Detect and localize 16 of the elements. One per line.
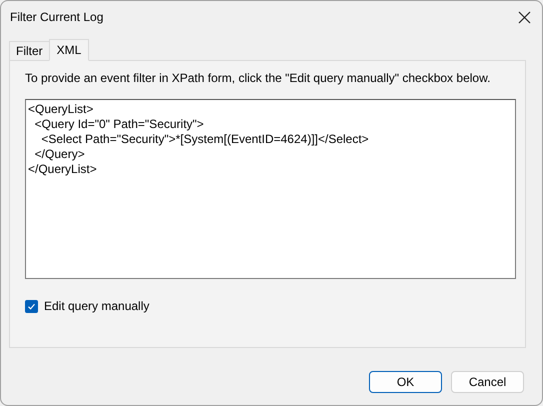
code-line: </QueryList> — [28, 162, 97, 177]
instruction-text: To provide an event filter in XPath form, click the "Edit query manually" checkbox below. — [25, 70, 492, 87]
checkbox-label: Edit query manually — [44, 298, 150, 315]
dialog-button[interactable]: OK — [369, 371, 442, 393]
window-title: Filter Current Log — [10, 9, 104, 26]
code-line: </Query> — [34, 147, 85, 162]
code-line: <Query Id="0" Path="Security"> — [34, 117, 204, 132]
code-line: <Select Path="Security">*[System[(EventID=4624)]]</Select> — [40, 132, 369, 147]
checkbox[interactable] — [25, 300, 38, 312]
close-icon[interactable] — [516, 9, 532, 25]
tab[interactable]: XML — [48, 39, 90, 61]
dialog-button[interactable]: Cancel — [451, 371, 524, 393]
tab[interactable]: Filter — [9, 41, 50, 61]
code-line: <QueryList> — [28, 102, 94, 117]
checkmark-icon — [27, 302, 36, 310]
query-text-area[interactable]: <QueryList> <Query Id="0" Path="Security"> <Select Path="Security">*[System[(EventID=4624)]]</Select> </Query> </QueryList> — [25, 99, 516, 279]
